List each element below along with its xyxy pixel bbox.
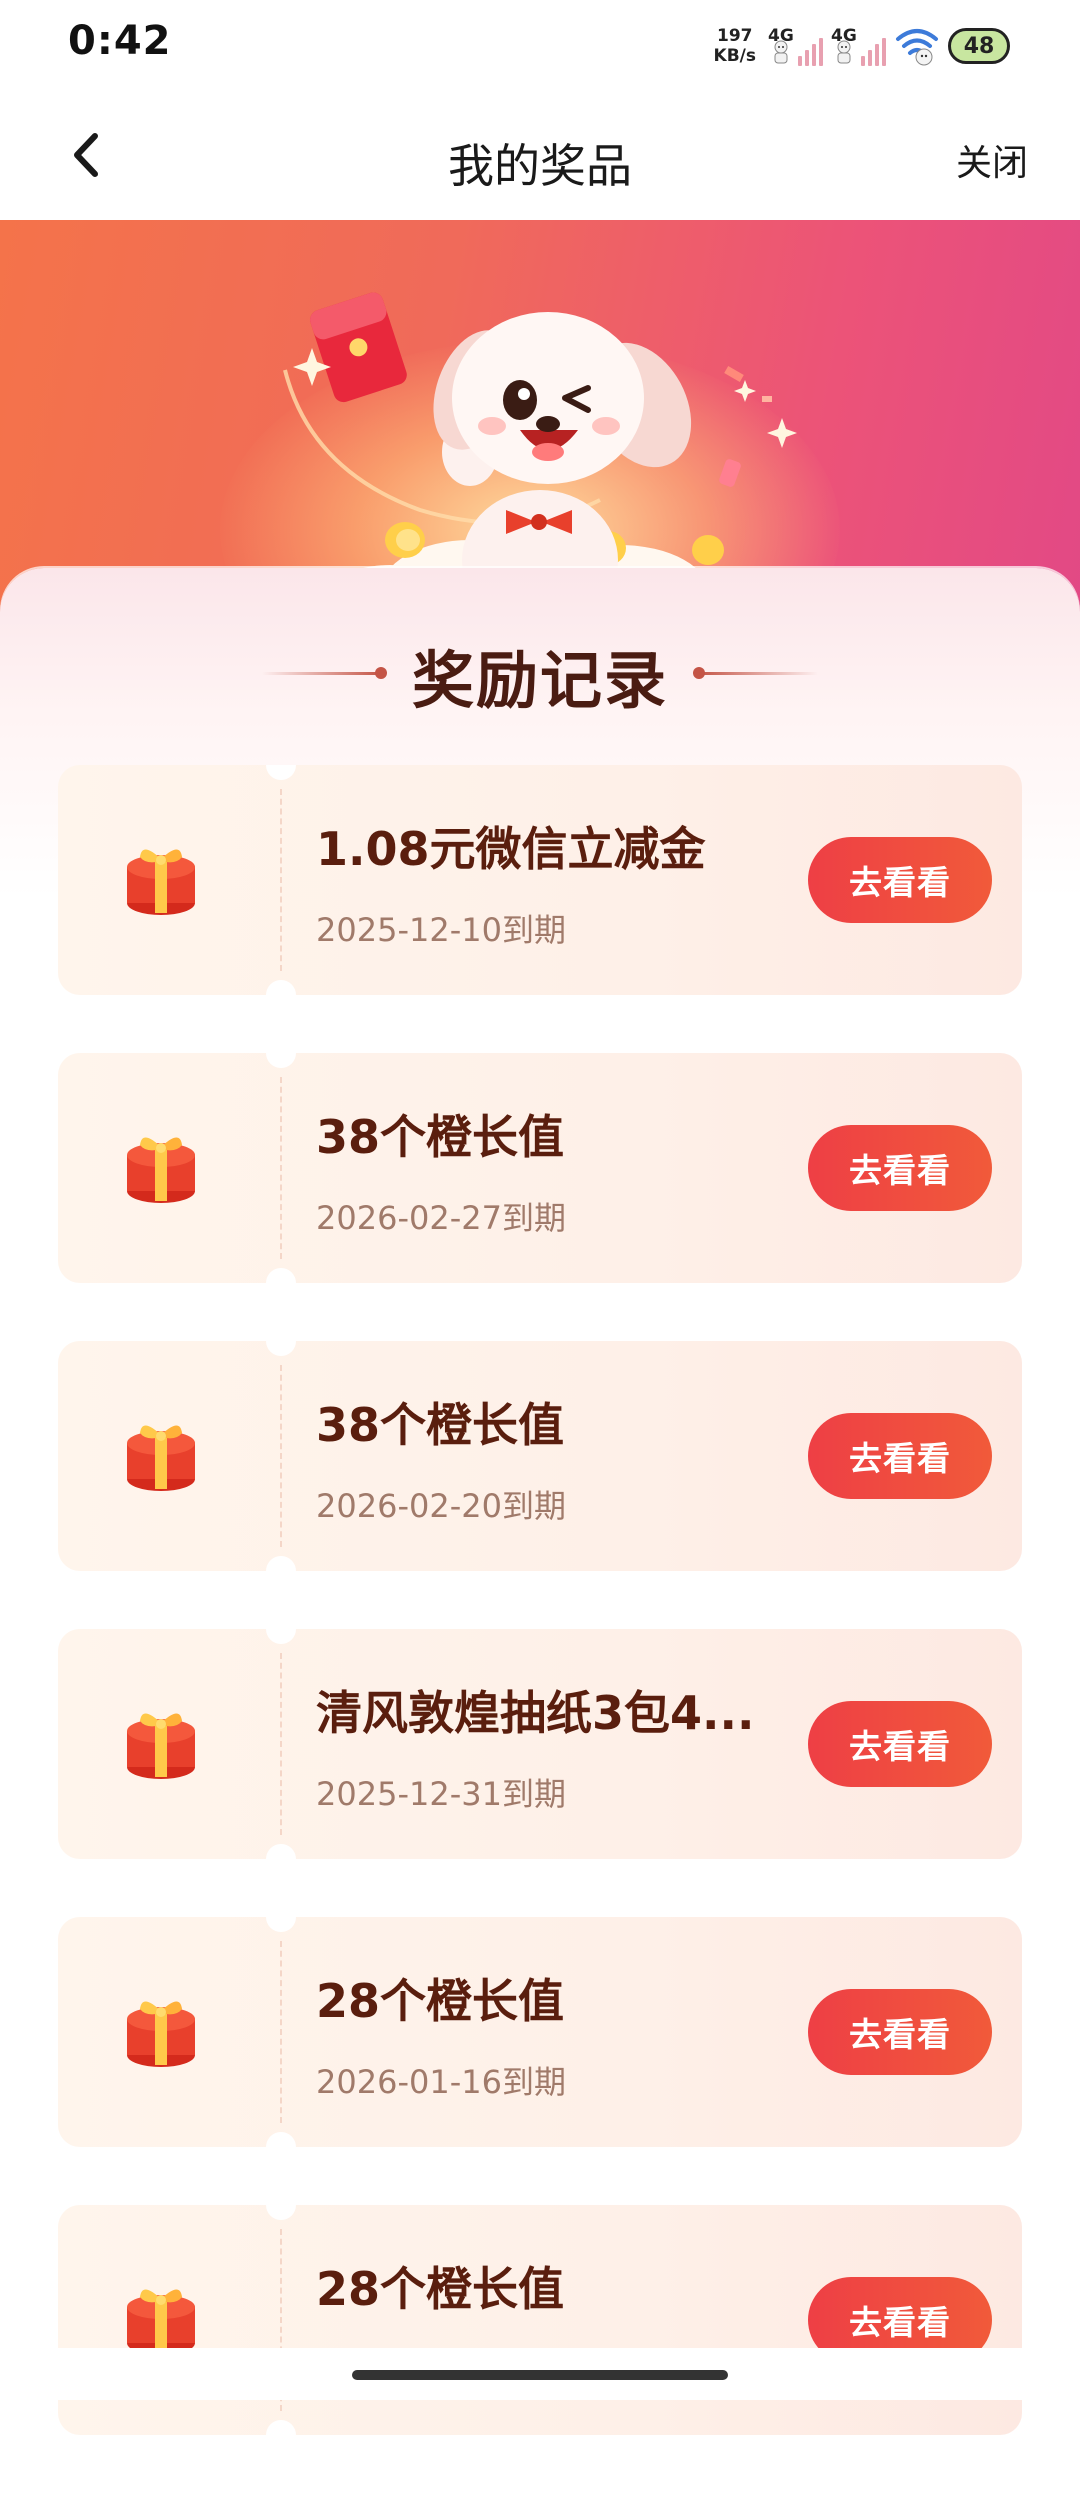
ticket-notch: [266, 1341, 296, 1356]
view-reward-button[interactable]: 去看看: [808, 1413, 992, 1499]
ticket-notch: [266, 765, 296, 780]
ticket-notch: [266, 2420, 296, 2435]
ticket-notch: [266, 1053, 296, 1068]
reward-card: 28个橙长值 2026-01-09到期 去看看: [58, 2205, 1022, 2435]
cellular-signal-icon: 4G: [768, 26, 823, 66]
cellular-signal-2-icon: 4G: [831, 26, 886, 66]
reward-expiry-date: 2026-02-20到期: [316, 1487, 566, 1525]
gift-box-icon: [127, 2289, 195, 2355]
reward-card: 28个橙长值 2026-01-16到期 去看看: [58, 1917, 1022, 2147]
view-reward-button[interactable]: 去看看: [808, 1125, 992, 1211]
ticket-notch: [266, 1844, 296, 1859]
status-icons: 197 KB/s 4G 4G 48: [714, 20, 1010, 72]
ticket-notch: [266, 1629, 296, 1644]
reward-name: 38个橙长值: [316, 1398, 565, 1452]
nav-bar: 我的奖品 关闭: [0, 90, 1080, 220]
ticket-divider: [280, 1941, 282, 2123]
mascot-icon: [837, 40, 851, 64]
reward-expiry-date: 2026-01-16到期: [316, 2063, 566, 2101]
gift-box-icon: [127, 2001, 195, 2067]
reward-expiry-date: 2026-02-27到期: [316, 1199, 566, 1237]
reward-list: 1.08元微信立减金 2025-12-10到期 去看看 38个橙长值 2026-…: [58, 765, 1022, 2493]
ticket-divider: [280, 1653, 282, 1835]
ticket-divider: [280, 1077, 282, 1259]
network-speed: 197 KB/s: [714, 26, 756, 66]
gift-box-icon: [127, 1425, 195, 1491]
ticket-notch: [266, 1917, 296, 1932]
home-indicator[interactable]: [352, 2370, 728, 2380]
battery-level: 48: [963, 33, 995, 59]
status-time: 0:42: [68, 18, 172, 64]
ticket-notch: [266, 2205, 296, 2220]
page-title: 我的奖品: [448, 139, 632, 193]
mascot-illustration: [283, 292, 797, 620]
section-title: 奖励记录: [411, 644, 668, 717]
reward-expiry-date: 2025-12-10到期: [316, 911, 566, 949]
ticket-notch: [266, 1268, 296, 1283]
reward-card: 清风敦煌抽纸3包4... 2025-12-31到期 去看看: [58, 1629, 1022, 1859]
gift-box-icon: [127, 849, 195, 915]
view-reward-button[interactable]: 去看看: [808, 1701, 992, 1787]
close-button[interactable]: 关闭: [956, 134, 1028, 186]
ticket-notch: [266, 1556, 296, 1571]
reward-card: 1.08元微信立减金 2025-12-10到期 去看看: [58, 765, 1022, 995]
ticket-notch: [266, 980, 296, 995]
hero-banner: [0, 220, 1080, 620]
wifi-icon: [896, 29, 938, 66]
gift-box-icon: [127, 1713, 195, 1779]
red-envelope-icon: [310, 292, 407, 403]
battery-icon: 48: [948, 28, 1010, 64]
reward-name: 28个橙长值: [316, 2262, 565, 2316]
ticket-divider: [280, 789, 282, 971]
reward-name: 清风敦煌抽纸3包4...: [316, 1686, 755, 1740]
reward-card: 38个橙长值 2026-02-27到期 去看看: [58, 1053, 1022, 1283]
view-reward-button[interactable]: 去看看: [808, 837, 992, 923]
reward-name: 38个橙长值: [316, 1110, 565, 1164]
ticket-notch: [266, 2132, 296, 2147]
status-bar: 0:42 197 KB/s 4G 4G 48: [0, 0, 1080, 90]
reward-name: 1.08元微信立减金: [316, 822, 706, 876]
reward-expiry-date: 2025-12-31到期: [316, 1775, 566, 1813]
ticket-divider: [280, 1365, 282, 1547]
reward-name: 28个橙长值: [316, 1974, 565, 2028]
title-decoration-right: [698, 672, 818, 675]
mascot-icon: [774, 40, 788, 64]
network-speed-unit: KB/s: [713, 46, 756, 66]
gift-box-icon: [127, 1137, 195, 1203]
network-speed-value: 197: [717, 26, 753, 46]
view-reward-button[interactable]: 去看看: [808, 1989, 992, 2075]
reward-card: 38个橙长值 2026-02-20到期 去看看: [58, 1341, 1022, 1571]
